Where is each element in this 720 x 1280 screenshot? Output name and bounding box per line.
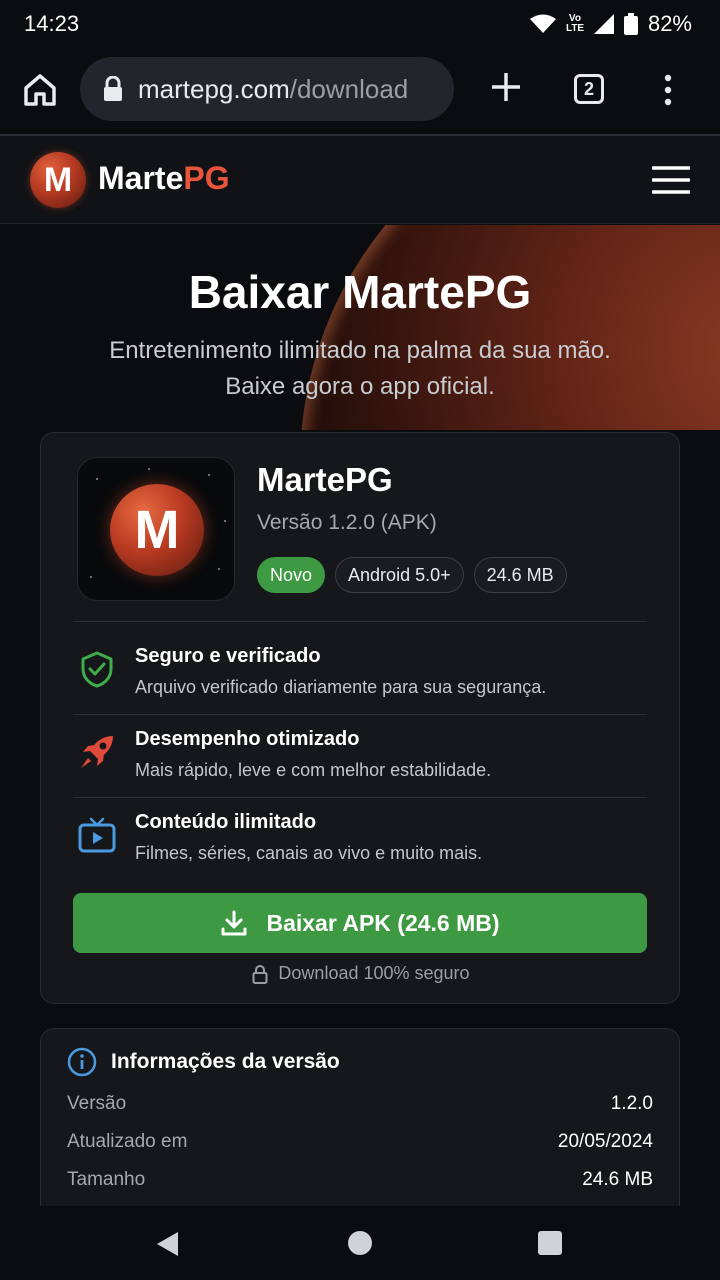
info-value: 1.2.0 xyxy=(610,1093,653,1114)
download-icon xyxy=(221,910,247,936)
hero-subtitle-line2: Baixe agora o app oficial. xyxy=(225,373,495,400)
star-dot xyxy=(90,576,92,578)
feature-secure: Seguro e verificado Arquivo verificado d… xyxy=(73,631,647,713)
status-icons: Vo LTE 82% xyxy=(529,11,692,37)
app-icon: M xyxy=(77,457,235,601)
lock-icon xyxy=(252,964,268,984)
nav-recents-icon[interactable] xyxy=(538,1231,562,1255)
hero-subtitle: Entretenimento ilimitado na palma da sua… xyxy=(0,333,720,405)
info-header: Informações da versão xyxy=(67,1047,340,1077)
info-value: 20/05/2024 xyxy=(557,1131,653,1152)
secure-note: Download 100% seguro xyxy=(41,963,681,984)
status-time: 14:23 xyxy=(24,11,80,36)
feature-desc: Mais rápido, leve e com melhor estabilid… xyxy=(135,760,492,780)
system-nav-bar xyxy=(0,1206,720,1280)
app-icon-planet: M xyxy=(110,484,204,576)
url-bar[interactable]: martepg.com/download xyxy=(80,57,454,121)
info-row-updated: Atualizado em 20/05/2024 xyxy=(67,1131,653,1153)
site-logo[interactable]: M xyxy=(30,152,86,208)
hamburger-menu-icon[interactable] xyxy=(652,166,690,194)
site-header: M MartePG xyxy=(0,136,720,224)
tab-switcher-button[interactable]: 2 xyxy=(574,74,604,104)
nav-back-icon[interactable] xyxy=(156,1231,180,1257)
browser-toolbar: martepg.com/download 2 xyxy=(0,48,720,134)
rocket-icon xyxy=(81,736,113,768)
star-dot xyxy=(148,468,150,470)
brand-accent: PG xyxy=(183,160,230,196)
browser-home-icon[interactable] xyxy=(20,70,60,110)
shield-check-icon xyxy=(81,651,113,688)
app-chips: Novo Android 5.0+ 24.6 MB xyxy=(257,557,567,593)
battery-percent: 82% xyxy=(647,11,692,36)
lock-icon xyxy=(104,76,122,101)
feature-performance: Desempenho otimizado Mais rápido, leve e… xyxy=(73,714,647,796)
download-apk-button[interactable]: Baixar APK (24.6 MB) xyxy=(73,893,647,953)
star-dot xyxy=(218,568,220,570)
site-brand[interactable]: MartePG xyxy=(98,160,230,197)
app-name: MartePG xyxy=(257,461,393,498)
signal-icon xyxy=(593,14,614,34)
hero-subtitle-line1: Entretenimento ilimitado na palma da sua… xyxy=(109,337,611,364)
tv-play-icon xyxy=(78,817,116,853)
status-bar: 14:23 Vo LTE 82% xyxy=(0,0,720,48)
new-tab-icon[interactable] xyxy=(488,69,524,105)
feature-title: Conteúdo ilimitado xyxy=(135,811,317,833)
star-dot xyxy=(224,520,226,522)
chip-new: Novo xyxy=(257,557,326,593)
info-key: Versão xyxy=(67,1093,127,1114)
nav-home-icon[interactable] xyxy=(348,1231,372,1255)
info-row-version: Versão 1.2.0 xyxy=(67,1093,653,1115)
feature-desc: Arquivo verificado diariamente para sua … xyxy=(135,677,547,697)
wifi-icon xyxy=(529,14,556,33)
feature-title: Seguro e verificado xyxy=(135,645,321,667)
chip-size: 24.6 MB xyxy=(473,557,567,593)
feature-content: Conteúdo ilimitado Filmes, séries, canai… xyxy=(73,797,647,879)
url-domain: martepg.com xyxy=(138,73,290,104)
star-dot xyxy=(96,478,98,480)
download-button-label: Baixar APK (24.6 MB) xyxy=(266,909,500,936)
feature-title: Desempenho otimizado xyxy=(135,728,360,750)
chip-android: Android 5.0+ xyxy=(335,557,464,593)
feature-desc: Filmes, séries, canais ao vivo e muito m… xyxy=(135,843,483,863)
page-title: Baixar MartePG xyxy=(188,266,532,318)
card-divider xyxy=(73,621,647,622)
secure-note-text: Download 100% seguro xyxy=(278,963,470,983)
info-key: Tamanho xyxy=(67,1169,146,1190)
battery-icon xyxy=(623,13,638,35)
browser-menu-icon[interactable] xyxy=(660,74,676,106)
version-info-card: Informações da versão Versão 1.2.0 Atual… xyxy=(40,1028,680,1228)
info-value: 24.6 MB xyxy=(582,1169,653,1190)
url-path: /download xyxy=(289,73,409,104)
info-title: Informações da versão xyxy=(111,1050,340,1073)
star-dot xyxy=(208,474,210,476)
hero-section: Baixar MartePG Entretenimento ilimitado … xyxy=(0,225,720,430)
download-card: M MartePG Versão 1.2.0 (APK) Novo Androi… xyxy=(40,432,680,1004)
lte-label: Vo LTE xyxy=(565,13,585,34)
app-version: Versão 1.2.0 (APK) xyxy=(257,511,437,534)
info-key: Atualizado em xyxy=(67,1131,188,1152)
info-icon xyxy=(67,1047,97,1077)
brand-main: Marte xyxy=(98,160,184,196)
info-row-size: Tamanho 24.6 MB xyxy=(67,1169,653,1191)
